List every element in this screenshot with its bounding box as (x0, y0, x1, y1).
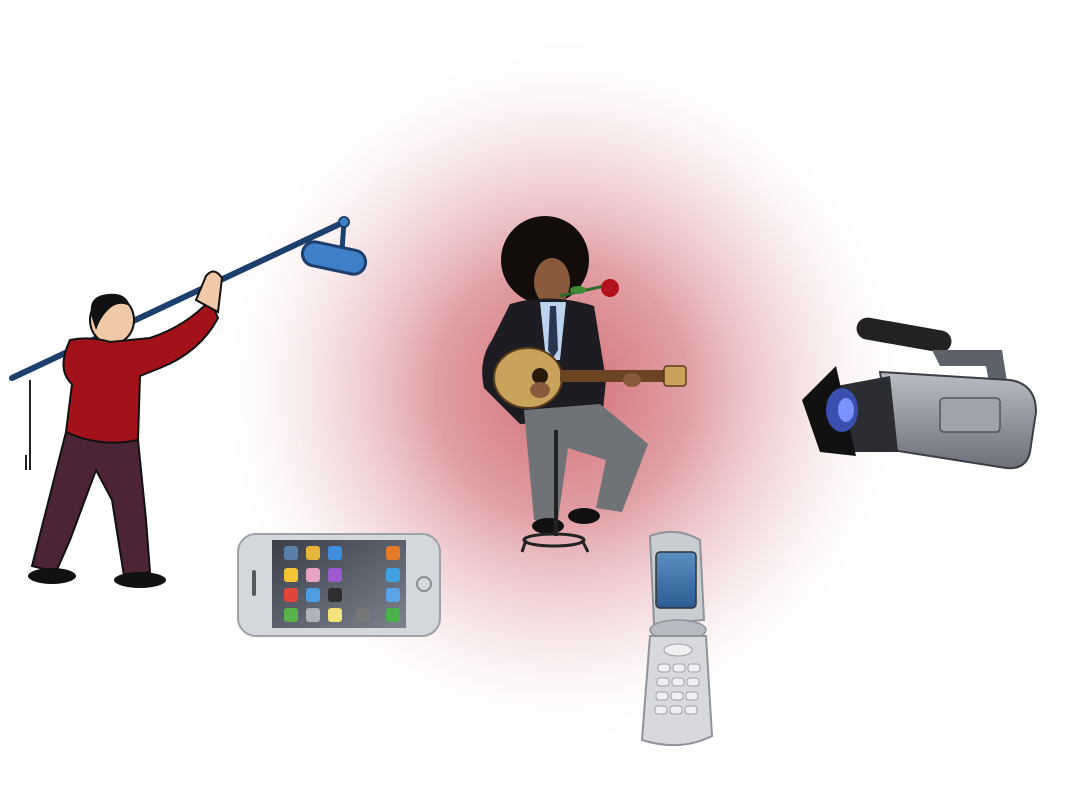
illustration-scene (9, 30, 1038, 750)
smartphone-icon (237, 533, 441, 637)
rose-icon (601, 279, 619, 297)
flip-phone-icon (640, 530, 714, 747)
